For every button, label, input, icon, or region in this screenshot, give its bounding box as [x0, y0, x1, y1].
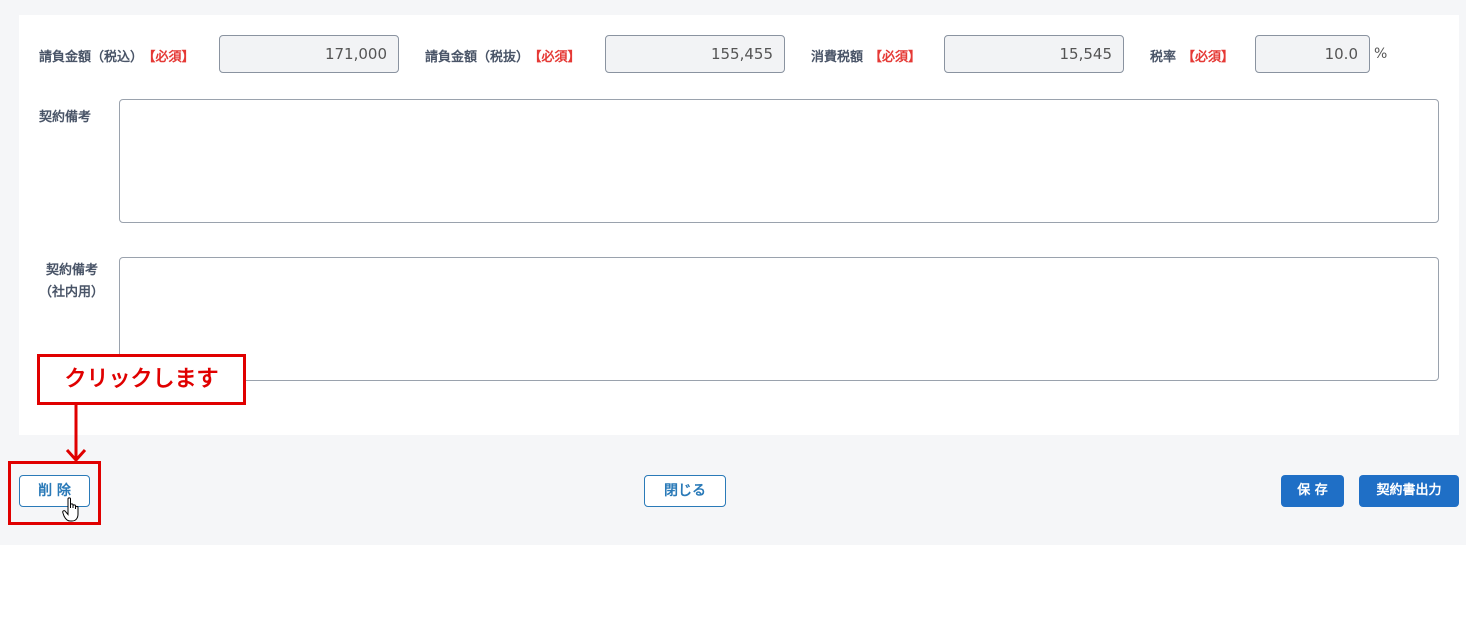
- tax-rate-field[interactable]: 10.0: [1255, 35, 1370, 73]
- internal-remarks-sublabel: （社内用）: [39, 285, 105, 300]
- consumption-tax-label: 消費税額 【必須】: [811, 50, 922, 65]
- required-mark: 【必須】: [149, 50, 195, 65]
- internal-remarks-textarea[interactable]: [119, 257, 1439, 381]
- export-contract-button[interactable]: 契約書出力: [1359, 475, 1459, 507]
- percent-unit: %: [1374, 46, 1388, 62]
- required-mark: 【必須】: [535, 50, 581, 65]
- remarks-textarea[interactable]: [119, 99, 1439, 223]
- incl-tax-label: 請負金額（税込） 【必須】: [39, 50, 195, 65]
- remarks-label: 契約備考: [39, 110, 92, 125]
- consumption-tax-field[interactable]: 15,545: [944, 35, 1124, 73]
- excl-tax-amount-field[interactable]: 155,455: [605, 35, 785, 73]
- save-button[interactable]: 保 存: [1281, 475, 1344, 507]
- required-mark: 【必須】: [1182, 50, 1235, 65]
- arrow-down-icon: [65, 404, 87, 463]
- incl-tax-amount-field[interactable]: 171,000: [219, 35, 399, 73]
- tax-rate-label: 税率 【必須】: [1150, 50, 1235, 65]
- excl-tax-label: 請負金額（税抜） 【必須】: [425, 50, 581, 65]
- delete-button-highlight: [8, 461, 101, 525]
- close-button[interactable]: 閉じる: [644, 475, 726, 507]
- internal-remarks-label: 契約備考: [46, 263, 99, 278]
- click-here-callout: クリックします: [37, 354, 246, 405]
- hand-cursor-icon: [62, 497, 79, 522]
- required-mark: 【必須】: [869, 50, 922, 65]
